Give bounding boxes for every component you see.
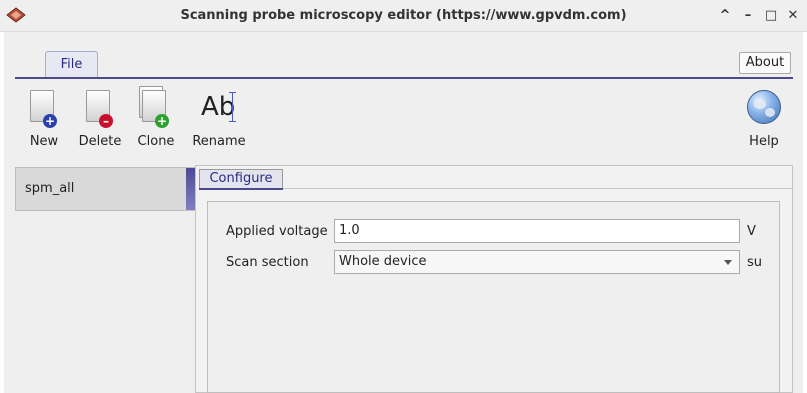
new-label: New — [29, 134, 59, 149]
scan-section-select[interactable]: Whole device — [334, 250, 740, 274]
title-bar: Scanning probe microscopy editor (https:… — [0, 0, 807, 32]
delete-document-icon: – — [83, 86, 117, 128]
rename-label: Rename — [192, 134, 246, 149]
applied-voltage-label: Applied voltage — [226, 224, 328, 239]
about-button[interactable]: About — [739, 52, 791, 74]
delete-label: Delete — [78, 134, 122, 149]
scan-section-unit: su — [747, 255, 763, 270]
minimize-button[interactable]: – — [739, 6, 757, 26]
plus-badge-icon: + — [155, 114, 169, 128]
minus-badge-icon: – — [99, 114, 113, 128]
scan-section-value: Whole device — [339, 254, 427, 269]
clone-document-icon: + — [139, 86, 173, 128]
rename-text-icon: Ab — [192, 86, 246, 128]
ribbon-divider — [15, 77, 793, 79]
help-button[interactable]: Help — [745, 86, 783, 149]
collapse-button[interactable]: ^ — [716, 6, 734, 26]
new-document-icon: + — [27, 86, 61, 128]
help-label: Help — [749, 134, 779, 149]
chevron-down-icon — [724, 260, 732, 265]
help-globe-icon — [745, 86, 783, 128]
sidebar-item-spm-all[interactable]: spm_all — [15, 167, 196, 211]
scan-section-label: Scan section — [226, 255, 309, 270]
clone-label: Clone — [137, 134, 175, 149]
applied-voltage-unit: V — [747, 224, 756, 239]
maximize-button[interactable]: □ — [762, 6, 780, 26]
selection-indicator — [186, 168, 195, 210]
rename-button[interactable]: Ab Rename — [192, 86, 246, 149]
tab-configure[interactable]: Configure — [199, 169, 283, 189]
applied-voltage-input[interactable]: 1.0 — [334, 219, 740, 243]
tab-configure-underline — [199, 188, 283, 190]
clone-button[interactable]: + Clone — [137, 86, 175, 149]
new-button[interactable]: + New — [26, 86, 62, 149]
tab-bar-divider — [283, 188, 792, 189]
sidebar-item-label: spm_all — [25, 181, 75, 196]
delete-button[interactable]: – Delete — [78, 86, 122, 149]
tab-file[interactable]: File — [45, 51, 98, 78]
window-title: Scanning probe microscopy editor (https:… — [180, 8, 627, 23]
close-button[interactable]: ✕ — [784, 6, 802, 26]
text-cursor-icon — [229, 92, 238, 122]
plus-badge-icon: + — [43, 114, 57, 128]
